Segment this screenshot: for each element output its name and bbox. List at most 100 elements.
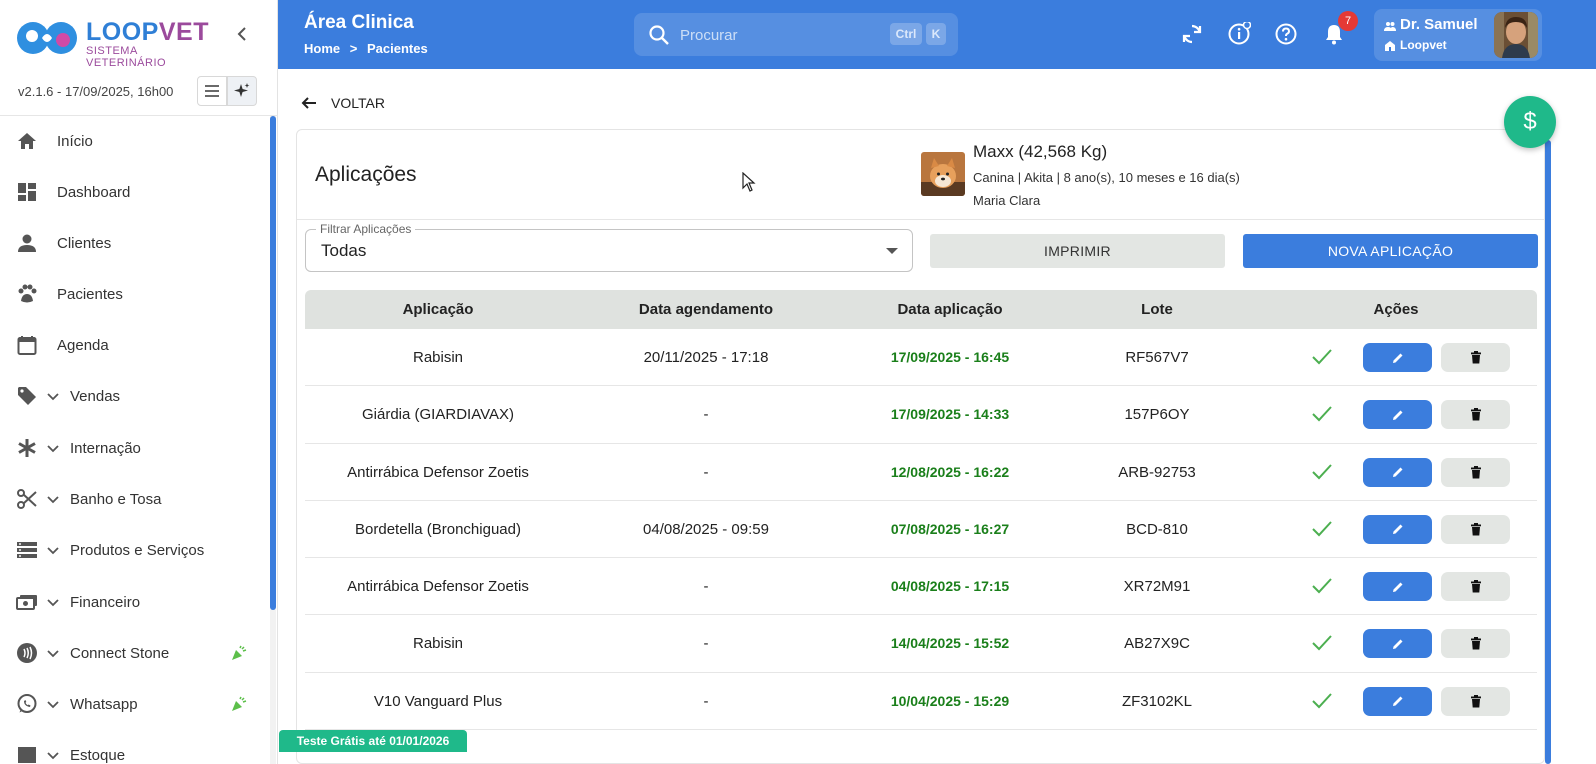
filter-label: Filtrar Aplicações (316, 222, 416, 236)
check-icon (1312, 578, 1332, 594)
sidebar-item-financeiro[interactable]: Financeiro (0, 580, 268, 624)
delete-button[interactable] (1441, 400, 1510, 430)
column-header-data-agendamento[interactable]: Data agendamento (571, 290, 841, 329)
new-application-button[interactable]: NOVA APLICAÇÃO (1243, 234, 1538, 268)
user-menu[interactable]: Dr. Samuel Loopvet (1374, 9, 1542, 61)
chevron-down-icon (47, 752, 59, 760)
contactless-icon (16, 642, 38, 664)
sidebar-item-pacientes[interactable]: Pacientes (0, 272, 268, 316)
sidebar-item-connect-stone[interactable]: Connect Stone (0, 631, 268, 675)
breadcrumb-home[interactable]: Home (304, 41, 340, 56)
search-icon (649, 25, 669, 45)
print-button[interactable]: IMPRIMIR (930, 234, 1225, 268)
delete-button[interactable] (1441, 343, 1510, 372)
ai-sparkle-button[interactable] (227, 76, 257, 106)
delete-button[interactable] (1441, 572, 1510, 602)
chevron-down-icon (47, 445, 59, 453)
check-icon (1312, 693, 1332, 709)
column-header-lote[interactable]: Lote (1059, 290, 1255, 329)
search-box[interactable]: Ctrl K (634, 13, 958, 56)
delete-button[interactable] (1441, 514, 1510, 544)
help-icon[interactable] (1274, 22, 1298, 46)
table-row[interactable]: Rabisin - 14/04/2025 - 15:52 AB27X9C (305, 615, 1537, 673)
refresh-icon[interactable] (1180, 22, 1204, 46)
edit-button[interactable] (1363, 572, 1432, 602)
trial-banner[interactable]: Teste Grátis até 01/01/2026 (279, 730, 467, 752)
arrow-left-icon (301, 97, 316, 109)
user-organization: Loopvet (1400, 38, 1447, 52)
trash-icon (1470, 465, 1481, 479)
edit-button[interactable] (1363, 400, 1432, 430)
sidebar-item-label: Whatsapp (70, 695, 138, 713)
info-icon[interactable] (1227, 22, 1251, 46)
trash-icon (1470, 694, 1481, 708)
sidebar-item-clientes[interactable]: Clientes (0, 221, 268, 265)
chevron-down-icon (47, 650, 59, 658)
chevron-down-icon (47, 496, 59, 504)
trash-icon (1470, 408, 1481, 421)
page-section-title: Área Clinica (304, 12, 414, 33)
search-input[interactable] (680, 22, 880, 48)
sidebar-item-label: Agenda (57, 336, 109, 354)
breadcrumb-pacientes[interactable]: Pacientes (367, 41, 428, 56)
filter-applications-select[interactable]: Filtrar Aplicações Todas (305, 222, 913, 272)
sidebar-item-banho-tosa[interactable]: Banho e Tosa (0, 477, 268, 521)
sidebar-item-agenda[interactable]: Agenda (0, 323, 268, 367)
cell-aplicacao: Rabisin (412, 635, 464, 653)
asterisk-icon (16, 437, 38, 459)
dashboard-icon (16, 181, 38, 203)
sidebar-item-dashboard[interactable]: Dashboard (0, 170, 268, 214)
table-row[interactable]: Antirrábica Defensor Zoetis - 12/08/2025 -… (305, 444, 1537, 501)
delete-button[interactable] (1441, 629, 1510, 659)
table-header: Aplicação Data agendamento Data aplicaçã… (305, 290, 1537, 329)
pencil-icon (1392, 353, 1402, 363)
card-scrollbar[interactable] (1545, 140, 1551, 764)
breadcrumb-separator: > (349, 41, 358, 56)
column-header-aplicacao[interactable]: Aplicação (305, 290, 571, 329)
sidebar-item-produtos-servicos[interactable]: Produtos e Serviços (0, 528, 268, 572)
logo[interactable]: LOOPVET SISTEMA VETERINÁRIO (16, 18, 216, 69)
sidebar-item-whatsapp[interactable]: Whatsapp (0, 682, 268, 726)
page-title: Aplicações (315, 163, 417, 186)
table-row[interactable]: Giárdia (GIARDIAVAX) - 17/09/2025 - 14:33 1… (305, 386, 1537, 444)
table-row[interactable]: Bordetella (Bronchiguad) 04/08/2025 - 09:… (305, 501, 1537, 559)
cell-lote: BCD-810 (1126, 520, 1188, 538)
menu-icon (205, 85, 219, 97)
menu-button[interactable] (197, 76, 227, 106)
trash-icon (1470, 580, 1481, 593)
table-row[interactable]: Rabisin 20/11/2025 - 17:18 17/09/2025 - 16… (305, 329, 1537, 387)
sidebar-item-label: Banho e Tosa (70, 490, 162, 508)
scissors-icon (16, 488, 38, 510)
sidebar-item-internacao[interactable]: Internação (0, 426, 268, 470)
cell-data-agendamento: - (703, 635, 709, 653)
finance-fab-button[interactable]: $ (1504, 96, 1556, 148)
column-header-data-aplicacao[interactable]: Data aplicação (841, 290, 1059, 329)
table-row[interactable]: V10 Vanguard Plus - 10/04/2025 - 15:29 ZF31… (305, 673, 1537, 731)
check-icon (1312, 463, 1332, 480)
collapse-sidebar-button[interactable] (232, 24, 252, 44)
back-label[interactable]: VOLTAR (331, 95, 385, 111)
chevron-down-icon (47, 701, 59, 709)
avatar[interactable] (1494, 12, 1538, 58)
cell-aplicacao: Antirrábica Defensor Zoetis (347, 463, 529, 481)
back-button[interactable] (300, 92, 318, 114)
cell-data-aplicacao: 17/09/2025 - 14:33 (890, 406, 1010, 423)
edit-button[interactable] (1363, 629, 1432, 659)
pencil-icon (1392, 582, 1402, 592)
table-row[interactable]: Antirrábica Defensor Zoetis - 04/08/2025 -… (305, 558, 1537, 616)
sidebar-item-inicio[interactable]: Início (0, 119, 268, 163)
edit-button[interactable] (1363, 686, 1432, 716)
person-icon (16, 232, 38, 254)
chevron-down-icon (47, 393, 59, 401)
sidebar-item-vendas[interactable]: Vendas (0, 374, 268, 418)
delete-button[interactable] (1441, 457, 1510, 487)
sidebar-scrollbar-thumb[interactable] (270, 116, 276, 610)
edit-button[interactable] (1363, 457, 1432, 487)
delete-button[interactable] (1441, 686, 1510, 716)
sidebar-item-label: Vendas (70, 387, 121, 405)
edit-button[interactable] (1363, 343, 1432, 372)
edit-button[interactable] (1363, 514, 1432, 544)
pencil-icon (1392, 524, 1402, 535)
cell-aplicacao: Rabisin (412, 349, 464, 366)
sidebar-item-estoque[interactable]: Estoque (0, 733, 268, 764)
